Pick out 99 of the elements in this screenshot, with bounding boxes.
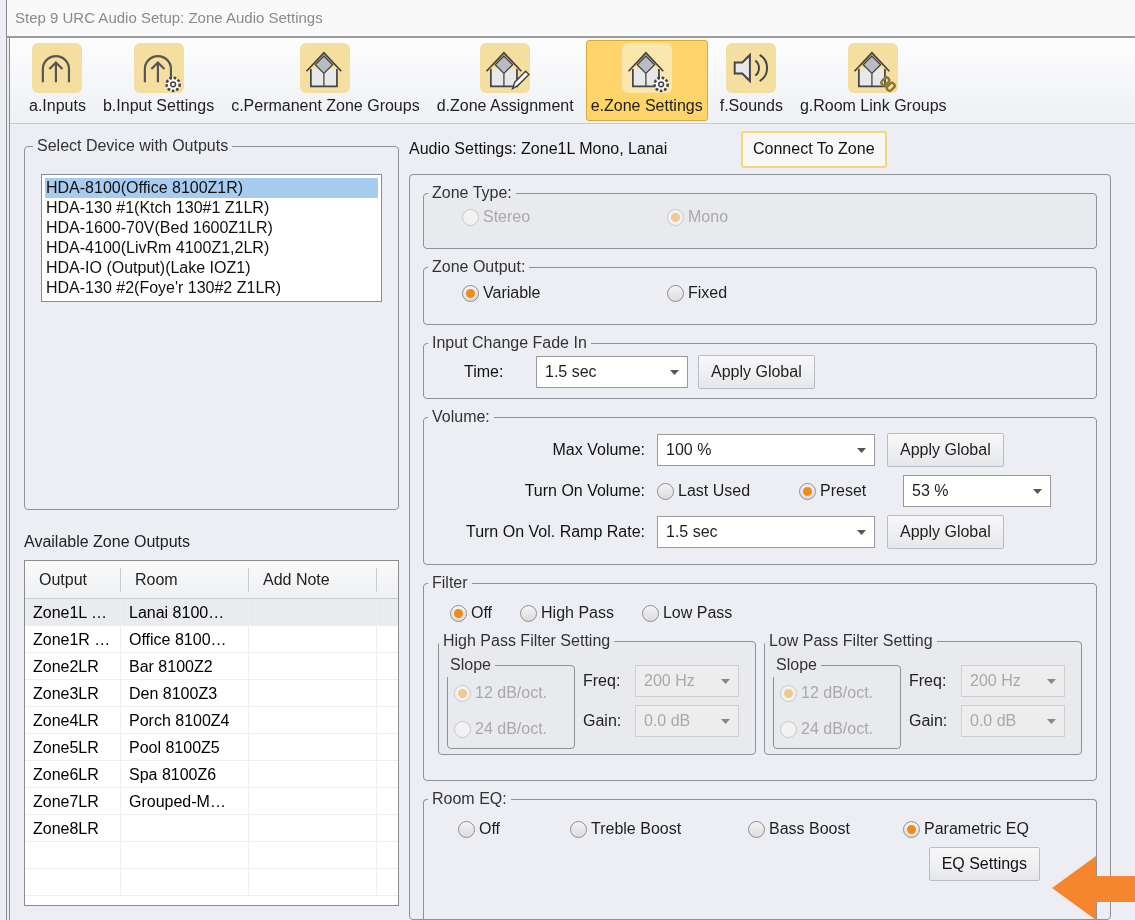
eq-settings-button[interactable]: EQ Settings bbox=[928, 847, 1040, 881]
field-label: Freq: bbox=[583, 671, 622, 691]
field-label: Freq: bbox=[909, 671, 948, 691]
device-list-item[interactable]: HDA-8100(Office 8100Z1R) bbox=[45, 178, 378, 198]
toolbar-tab[interactable]: c.Permanent Zone Groups bbox=[226, 40, 425, 121]
table-cell: Zone5LR bbox=[33, 739, 99, 756]
section-title: Available Zone Outputs bbox=[24, 532, 192, 552]
table-cell: Pool 8100Z5 bbox=[129, 739, 220, 756]
device-list-item[interactable]: HDA-130 #1(Ktch 130#1 Z1LR) bbox=[45, 198, 378, 218]
field-label: Turn On Volume: bbox=[523, 481, 645, 501]
group-title: Select Device with Outputs bbox=[36, 136, 230, 156]
group-title: Zone Type: bbox=[431, 183, 513, 203]
field-label: Max Volume: bbox=[551, 440, 645, 460]
dropdown-field[interactable]: 53 % bbox=[903, 475, 1051, 507]
caret-icon bbox=[1047, 678, 1056, 684]
table-row[interactable]: Zone4LR Porch 8100Z4 bbox=[25, 707, 398, 734]
group-title: Slope bbox=[775, 655, 818, 675]
radio-option[interactable]: Parametric EQ bbox=[903, 817, 1029, 841]
table-cell: Zone3LR bbox=[33, 685, 99, 702]
caret-icon bbox=[721, 718, 730, 724]
table-row[interactable]: Zone1R … Office 8100… bbox=[25, 626, 398, 653]
table-cell: Zone6LR bbox=[33, 766, 99, 783]
toolbar-tab[interactable]: d.Zone Assignment bbox=[431, 40, 579, 121]
toolbar-tab[interactable]: g.Room Link Groups bbox=[794, 40, 952, 121]
radio-option[interactable]: Preset bbox=[799, 479, 867, 503]
radio-option[interactable]: Treble Boost bbox=[570, 817, 682, 841]
speaker-icon bbox=[726, 43, 777, 93]
column-header[interactable]: Output bbox=[25, 567, 121, 592]
apply-button[interactable]: Apply Global bbox=[887, 433, 1004, 467]
table-cell: Grouped-M… bbox=[129, 793, 226, 810]
column-header[interactable]: Add Note bbox=[249, 567, 377, 592]
table-cell: Zone2LR bbox=[33, 658, 99, 675]
connect-button[interactable]: Connect To Zone bbox=[741, 130, 887, 168]
dropdown-field[interactable]: 1.5 sec bbox=[657, 516, 875, 548]
house-icon bbox=[848, 43, 899, 93]
window-title: Step 9 URC Audio Setup: Zone Audio Settings bbox=[15, 7, 323, 28]
table-row[interactable]: Zone2LR Bar 8100Z2 bbox=[25, 653, 398, 680]
device-list-item[interactable]: HDA-4100(LivRm 4100Z1,2LR) bbox=[45, 238, 378, 258]
group-title: Volume: bbox=[431, 407, 491, 427]
table-cell: Porch 8100Z4 bbox=[129, 712, 230, 729]
radio-option[interactable]: Off bbox=[450, 601, 493, 625]
group-title: Input Change Fade In bbox=[431, 333, 588, 353]
table-row[interactable]: Zone3LR Den 8100Z3 bbox=[25, 680, 398, 707]
upload-icon bbox=[133, 43, 184, 93]
table-cell: Zone7LR bbox=[33, 793, 99, 810]
radio-option[interactable]: Variable bbox=[462, 281, 541, 305]
toolbar-tab[interactable]: f.Sounds bbox=[714, 40, 788, 121]
group-title: Room EQ: bbox=[431, 789, 508, 809]
apply-button[interactable]: Apply Global bbox=[698, 355, 815, 389]
audio-settings-heading: Audio Settings: Zone1L Mono, Lanai bbox=[409, 139, 669, 159]
caret-icon bbox=[857, 529, 866, 535]
group-title: Filter bbox=[431, 573, 469, 593]
field-label: Gain: bbox=[909, 711, 949, 731]
caret-icon bbox=[721, 678, 730, 684]
group-title: Zone Output: bbox=[431, 257, 527, 277]
table-row[interactable]: Zone7LR Grouped-M… bbox=[25, 788, 398, 815]
radio-option[interactable]: Last Used bbox=[657, 479, 751, 503]
field-label: Time: bbox=[464, 362, 505, 382]
toolbar-tab[interactable]: e.Zone Settings bbox=[585, 40, 708, 121]
radio-option[interactable]: High Pass bbox=[520, 601, 614, 625]
group-title: Low Pass Filter Setting bbox=[768, 631, 934, 651]
column-header[interactable]: Room bbox=[121, 567, 249, 592]
caret-icon bbox=[1033, 488, 1042, 494]
table-cell: Bar 8100Z2 bbox=[129, 658, 213, 675]
table-cell: Office 8100… bbox=[129, 631, 227, 648]
group-title: Slope bbox=[449, 655, 492, 675]
radio-option[interactable]: Bass Boost bbox=[748, 817, 850, 841]
device-list-item[interactable]: HDA-1600-70V(Bed 1600Z1LR) bbox=[45, 218, 378, 238]
radio-option[interactable]: Low Pass bbox=[641, 601, 733, 625]
toolbar-tab[interactable]: a.Inputs bbox=[24, 40, 91, 121]
table-cell: Lanai 8100… bbox=[129, 604, 225, 621]
table-cell: Den 8100Z3 bbox=[129, 685, 218, 702]
table-row[interactable]: Zone5LR Pool 8100Z5 bbox=[25, 734, 398, 761]
radio-option[interactable]: Off bbox=[458, 817, 501, 841]
table-cell: Zone1L … bbox=[33, 604, 108, 621]
caret-icon bbox=[670, 369, 679, 375]
house-icon bbox=[621, 43, 672, 93]
toolbar-tab[interactable]: b.Input Settings bbox=[97, 40, 220, 121]
caret-icon bbox=[1047, 718, 1056, 724]
table-row[interactable]: Zone8LR bbox=[25, 815, 398, 842]
group-title: High Pass Filter Setting bbox=[442, 631, 612, 651]
table-row[interactable]: Zone6LR Spa 8100Z6 bbox=[25, 761, 398, 788]
caret-icon bbox=[857, 447, 866, 453]
field-label: Gain: bbox=[583, 711, 623, 731]
dropdown-field[interactable]: 100 % bbox=[657, 434, 875, 466]
device-list-item[interactable]: HDA-IO (Output)(Lake IOZ1) bbox=[45, 258, 378, 278]
apply-button[interactable]: Apply Global bbox=[887, 515, 1004, 549]
house-icon bbox=[480, 43, 531, 93]
table-cell: Zone1R … bbox=[33, 631, 111, 648]
upload-icon bbox=[32, 43, 83, 93]
field-label: Turn On Vol. Ramp Rate: bbox=[464, 522, 645, 542]
house-icon bbox=[300, 43, 351, 93]
table-cell: Spa 8100Z6 bbox=[129, 766, 217, 783]
device-list-item[interactable]: HDA-130 #2(Foye'r 130#2 Z1LR) bbox=[45, 278, 378, 298]
radio-option[interactable]: Fixed bbox=[667, 281, 728, 305]
table-row[interactable]: Zone1L … Lanai 8100… bbox=[25, 599, 398, 626]
table-cell: Zone8LR bbox=[33, 820, 99, 837]
table-cell: Zone4LR bbox=[33, 712, 99, 729]
dropdown-field[interactable]: 1.5 sec bbox=[536, 356, 688, 388]
